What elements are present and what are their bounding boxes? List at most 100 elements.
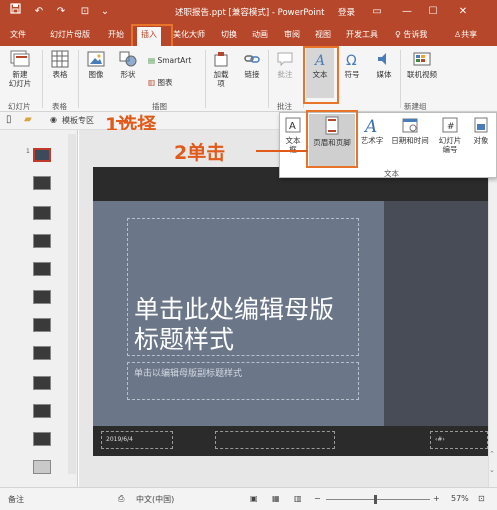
tab-slide-master[interactable]: 幻灯片母版	[50, 29, 90, 40]
footer-number: ‹#›	[435, 436, 445, 443]
slide-thumbnail[interactable]	[33, 318, 51, 332]
slide-thumbnail[interactable]	[33, 290, 51, 304]
new-doc-icon[interactable]: ▯	[6, 114, 12, 125]
group-label-newgroup: 新建组	[404, 102, 427, 111]
save-icon[interactable]	[6, 3, 24, 21]
link-label: 链接	[244, 70, 260, 79]
share-label: 共享	[461, 30, 478, 39]
svg-text:#: #	[447, 122, 455, 132]
slide-thumbnail[interactable]	[33, 176, 51, 190]
undo-icon[interactable]: ↶	[30, 3, 48, 21]
table-button[interactable]: 表格	[48, 50, 72, 79]
new-slide-button[interactable]: 新建 幻灯片	[6, 50, 34, 88]
tab-review[interactable]: 审阅	[284, 29, 300, 40]
symbol-button[interactable]: Ω 符号	[338, 50, 366, 79]
slide-thumbnail[interactable]	[33, 346, 51, 360]
scroll-up-icon[interactable]: ⌃	[489, 450, 495, 458]
title-placeholder[interactable]: 单击此处编辑母版标题样式	[127, 218, 359, 356]
thumbnail-scrollbar[interactable]	[68, 134, 76, 474]
slide-number-placeholder[interactable]: ‹#›	[430, 431, 488, 449]
group-separator	[205, 50, 206, 108]
slide-sorter-icon[interactable]: ▦	[272, 494, 280, 503]
ribbon-options-icon[interactable]: ▭	[368, 3, 386, 21]
zoom-out-icon[interactable]: −	[314, 494, 321, 503]
tab-transitions[interactable]: 切换	[221, 29, 237, 40]
maximize-icon[interactable]: ☐	[424, 3, 442, 21]
template-zone-label[interactable]: 模板专区	[62, 115, 94, 126]
tab-animations[interactable]: 动画	[252, 29, 268, 40]
login-link[interactable]: 登录	[338, 6, 355, 18]
slide-thumbnail[interactable]	[33, 148, 51, 162]
tab-file[interactable]: 文件	[10, 29, 26, 40]
zoom-in-icon[interactable]: +	[433, 494, 440, 503]
chart-button[interactable]: ▥ 图表	[148, 78, 172, 87]
slide-thumbnail[interactable]	[33, 234, 51, 248]
zoom-level[interactable]: 57%	[451, 494, 469, 503]
slide-number-button[interactable]: # 幻灯片 编号	[435, 116, 465, 154]
language-label[interactable]: 中文(中国)	[136, 494, 174, 505]
group-label-tables: 表格	[52, 102, 67, 111]
reading-view-icon[interactable]: ▥	[294, 494, 302, 503]
addins-icon	[214, 52, 228, 67]
tell-me-search[interactable]: ♀ 告诉我	[395, 29, 427, 40]
svg-text:A: A	[289, 121, 296, 132]
speaker-icon	[378, 53, 386, 65]
smartart-button[interactable]: ▤ SmartArt	[148, 56, 191, 65]
smartart-label: SmartArt	[157, 56, 192, 65]
wordart-label: 艺术字	[360, 136, 384, 145]
slideshow-icon[interactable]: ⊡	[76, 3, 94, 21]
slide-thumbnail[interactable]	[33, 206, 51, 220]
textbox-button[interactable]: A 文本框	[282, 116, 304, 154]
image-button[interactable]: 图像	[84, 50, 108, 79]
zoom-slider-handle[interactable]	[374, 495, 377, 504]
vertical-scrollbar[interactable]: ⌃ ⌄	[488, 130, 497, 487]
footer-date: 2019/6/4	[106, 436, 133, 443]
normal-view-icon[interactable]: ▣	[250, 494, 258, 503]
zoom-slider[interactable]	[326, 499, 430, 500]
tab-developer[interactable]: 开发工具	[346, 29, 378, 40]
lightbulb-icon: ♀	[395, 30, 401, 39]
object-label: 对象	[473, 136, 489, 145]
spellcheck-icon[interactable]: ⎙	[118, 494, 124, 504]
title-bar: ↶ ↷ ⊡ ⌄ 述职报告.ppt [兼容模式] - PowerPoint 登录 …	[0, 0, 497, 24]
date-placeholder[interactable]: 2019/6/4	[101, 431, 173, 449]
scroll-down-icon[interactable]: ⌄	[489, 466, 495, 474]
link-icon	[244, 55, 260, 63]
comment-button[interactable]: 批注	[273, 50, 297, 79]
share-button[interactable]: ♙共享	[454, 29, 477, 40]
image-label: 图像	[88, 70, 104, 79]
redo-icon[interactable]: ↷	[52, 3, 70, 21]
master-title-text: 单击此处编辑母版标题样式	[134, 295, 335, 354]
subtitle-placeholder[interactable]: 单击以编辑母版副标题样式	[127, 362, 359, 400]
tab-meihua[interactable]: 美化大师	[173, 29, 205, 40]
group-separator	[42, 50, 43, 108]
wordart-icon: A	[363, 117, 377, 134]
group-separator	[78, 50, 79, 108]
slide-thumbnail[interactable]	[33, 404, 51, 418]
slide-thumbnail[interactable]	[33, 460, 51, 474]
slide-thumbnail[interactable]	[33, 432, 51, 446]
object-button[interactable]: 对象	[469, 116, 493, 145]
tell-me-label: 告诉我	[403, 30, 428, 39]
addins-button[interactable]: 加载 项	[209, 50, 233, 88]
close-icon[interactable]: ✕	[454, 3, 472, 21]
fit-to-window-icon[interactable]: ⊡	[478, 494, 485, 503]
media-button[interactable]: 媒体	[370, 50, 398, 79]
minimize-icon[interactable]: —	[398, 3, 416, 21]
wordart-button[interactable]: A 艺术字	[360, 116, 384, 145]
slide-thumbnail[interactable]	[33, 376, 51, 390]
text-group-label: 文本	[384, 169, 399, 178]
notes-label[interactable]: 备注	[8, 494, 24, 505]
datetime-button[interactable]: 日期和时间	[388, 116, 432, 145]
shapes-button[interactable]: 形状	[114, 50, 142, 79]
tab-home[interactable]: 开始	[108, 29, 124, 40]
tab-view[interactable]: 视图	[315, 29, 331, 40]
link-button[interactable]: 链接	[240, 50, 264, 79]
slide-side-area	[384, 201, 488, 426]
folder-icon[interactable]: ▰	[24, 114, 32, 125]
slide-thumbnail[interactable]	[33, 262, 51, 276]
customize-quickaccess-icon[interactable]: ⌄	[96, 3, 114, 21]
footer-placeholder[interactable]	[215, 431, 335, 449]
online-video-button[interactable]: 联机视频	[404, 50, 440, 79]
shapes-icon	[119, 51, 137, 67]
